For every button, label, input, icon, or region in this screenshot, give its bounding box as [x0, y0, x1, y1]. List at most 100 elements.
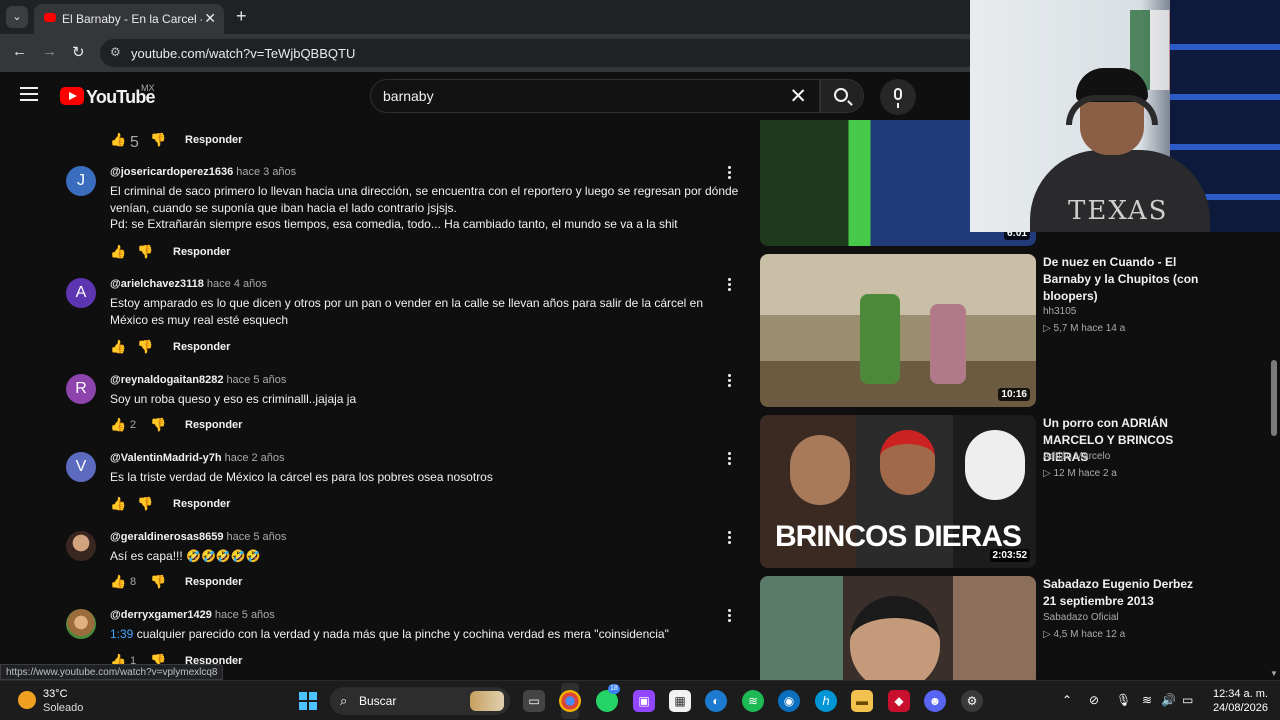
discord-icon[interactable]: ☻ [924, 690, 946, 712]
comment-time[interactable]: hace 3 años [236, 166, 296, 178]
search-input[interactable]: barnaby ✕ [370, 79, 820, 113]
mcafee-icon[interactable]: ◆ [888, 690, 910, 712]
hp-icon[interactable]: ℎ [815, 690, 837, 712]
dislike-icon[interactable]: 👎 [150, 574, 166, 590]
avatar[interactable]: R [66, 374, 96, 404]
windows-start-icon[interactable] [299, 692, 317, 710]
address-bar[interactable]: ⚙ youtube.com/watch?v=TeWjbQBBQTU [100, 39, 980, 67]
comment-time[interactable]: hace 5 años [215, 609, 275, 621]
comment-time[interactable]: hace 5 años [226, 531, 286, 543]
new-tab-icon[interactable]: + [236, 6, 247, 27]
video-stats: ▷ 12 M hace 2 a [1043, 468, 1117, 479]
more-actions-icon[interactable] [727, 278, 733, 293]
taskbar-clock[interactable]: 12:34 a. m. 24/08/2026 [1210, 687, 1268, 715]
page-scrollbar[interactable]: ▼ [1268, 232, 1280, 680]
site-info-icon[interactable]: ⚙ [110, 45, 121, 59]
comment-time[interactable]: hace 4 años [207, 278, 267, 290]
comment-time[interactable]: hace 5 años [226, 374, 286, 386]
like-icon[interactable]: 👍 [110, 496, 126, 512]
forward-icon[interactable]: → [42, 43, 57, 60]
voice-search-button[interactable] [880, 79, 916, 115]
avatar[interactable] [66, 531, 96, 561]
more-actions-icon[interactable] [727, 452, 733, 467]
weather-description[interactable]: Soleado [43, 702, 83, 714]
search-query[interactable]: barnaby [383, 88, 434, 104]
like-icon[interactable]: 👍 [110, 244, 126, 260]
task-view-icon[interactable]: ▭ [523, 690, 545, 712]
reply-button[interactable]: Responder [173, 246, 230, 258]
clear-search-icon[interactable]: ✕ [789, 84, 807, 109]
menu-icon[interactable] [20, 87, 38, 101]
youtube-logo-icon[interactable] [60, 87, 84, 105]
volume-icon[interactable]: 🔊 [1161, 693, 1176, 707]
search-button[interactable] [820, 79, 864, 113]
reply-button[interactable]: Responder [173, 498, 230, 510]
spotify-icon[interactable]: ≋ [742, 690, 764, 712]
comment-author[interactable]: @ValentinMadrid-y7h [110, 452, 222, 464]
more-actions-icon[interactable] [727, 166, 733, 181]
taskbar-search[interactable]: ⌕ Buscar [330, 687, 510, 715]
comment-author[interactable]: @geraldinerosas8659 [110, 531, 223, 543]
video-thumbnail[interactable]: 10:16 [760, 254, 1036, 407]
calculator-icon[interactable]: ▦ [669, 690, 691, 712]
chrome-icon[interactable] [559, 690, 581, 712]
reply-button[interactable]: Responder [173, 341, 230, 353]
microphone-tray-icon[interactable]: 🎙 [1116, 693, 1131, 707]
like-icon[interactable]: 👍 [110, 132, 126, 148]
reply-button[interactable]: Responder [185, 419, 242, 431]
like-icon[interactable]: 👍 [110, 339, 126, 355]
reply-button[interactable]: Responder [185, 576, 242, 588]
avatar[interactable]: J [66, 166, 96, 196]
video-title[interactable]: Sabadazo Eugenio Derbez 21 septiembre 20… [1043, 576, 1208, 610]
more-actions-icon[interactable] [727, 374, 733, 389]
back-icon[interactable]: ← [12, 43, 27, 60]
weather-temperature[interactable]: 33°C [43, 688, 68, 700]
timestamp-link[interactable]: 1:39 [110, 627, 133, 641]
avatar[interactable]: A [66, 278, 96, 308]
more-actions-icon[interactable] [727, 531, 733, 546]
video-thumbnail[interactable]: BRINCOS DIERAS 2:03:52 [760, 415, 1036, 568]
browser-icon[interactable]: ◉ [778, 690, 800, 712]
scrollbar-thumb[interactable] [1271, 360, 1277, 436]
dislike-icon[interactable]: 👎 [137, 244, 153, 260]
sun-icon[interactable] [18, 691, 36, 709]
channel-name[interactable]: Sabadazo Oficial [1043, 612, 1119, 623]
tab-search-button[interactable]: ⌄ [6, 6, 28, 28]
browser-tab[interactable]: El Barnaby - En la Carcel - YouT ✕ [34, 4, 224, 34]
comment-author[interactable]: @reynaldogaitan8282 [110, 374, 223, 386]
reply-button[interactable]: Responder [185, 134, 242, 146]
video-card[interactable]: BRINCOS DIERAS 2:03:52 Un porro con ADRI… [760, 415, 1210, 570]
edge-icon[interactable]: ◐ [705, 690, 727, 712]
dislike-icon[interactable]: 👎 [150, 132, 166, 148]
video-title[interactable]: De nuez en Cuando - El Barnaby y la Chup… [1043, 254, 1208, 305]
video-thumbnail[interactable] [760, 576, 1036, 680]
channel-name[interactable]: hh3105 [1043, 306, 1076, 317]
tray-overflow-icon[interactable]: ⌃ [1062, 693, 1072, 707]
reload-icon[interactable]: ↻ [72, 43, 85, 61]
comment-author[interactable]: @josericardoperez1636 [110, 166, 233, 178]
comment-author[interactable]: @arielchavez3118 [110, 278, 204, 290]
file-explorer-icon[interactable]: ▬ [851, 690, 873, 712]
settings-icon[interactable]: ⚙ [961, 690, 983, 712]
video-card[interactable]: 10:16 De nuez en Cuando - El Barnaby y l… [760, 254, 1210, 409]
tab-close-icon[interactable]: ✕ [204, 10, 216, 27]
more-actions-icon[interactable] [727, 609, 733, 624]
scroll-down-icon[interactable]: ▼ [1270, 669, 1278, 678]
like-icon[interactable]: 👍 [110, 574, 126, 590]
whatsapp-icon[interactable]: 18 [596, 684, 620, 712]
dislike-icon[interactable]: 👎 [150, 417, 166, 433]
wifi-icon[interactable]: ≋ [1142, 693, 1152, 707]
avatar[interactable] [66, 609, 96, 639]
channel-name[interactable]: Adrián Marcelo [1043, 451, 1110, 462]
twitch-icon[interactable]: ▣ [633, 690, 655, 712]
comment-author[interactable]: @derryxgamer1429 [110, 609, 212, 621]
like-icon[interactable]: 👍 [110, 417, 126, 433]
comment-time[interactable]: hace 2 años [225, 452, 285, 464]
avatar[interactable]: V [66, 452, 96, 482]
video-card[interactable]: Sabadazo Eugenio Derbez 21 septiembre 20… [760, 576, 1210, 680]
dislike-icon[interactable]: 👎 [137, 339, 153, 355]
address-url[interactable]: youtube.com/watch?v=TeWjbQBBQTU [131, 46, 355, 61]
network-off-icon[interactable]: ⊘ [1089, 693, 1099, 707]
battery-icon[interactable]: ▭ [1182, 693, 1193, 707]
dislike-icon[interactable]: 👎 [137, 496, 153, 512]
